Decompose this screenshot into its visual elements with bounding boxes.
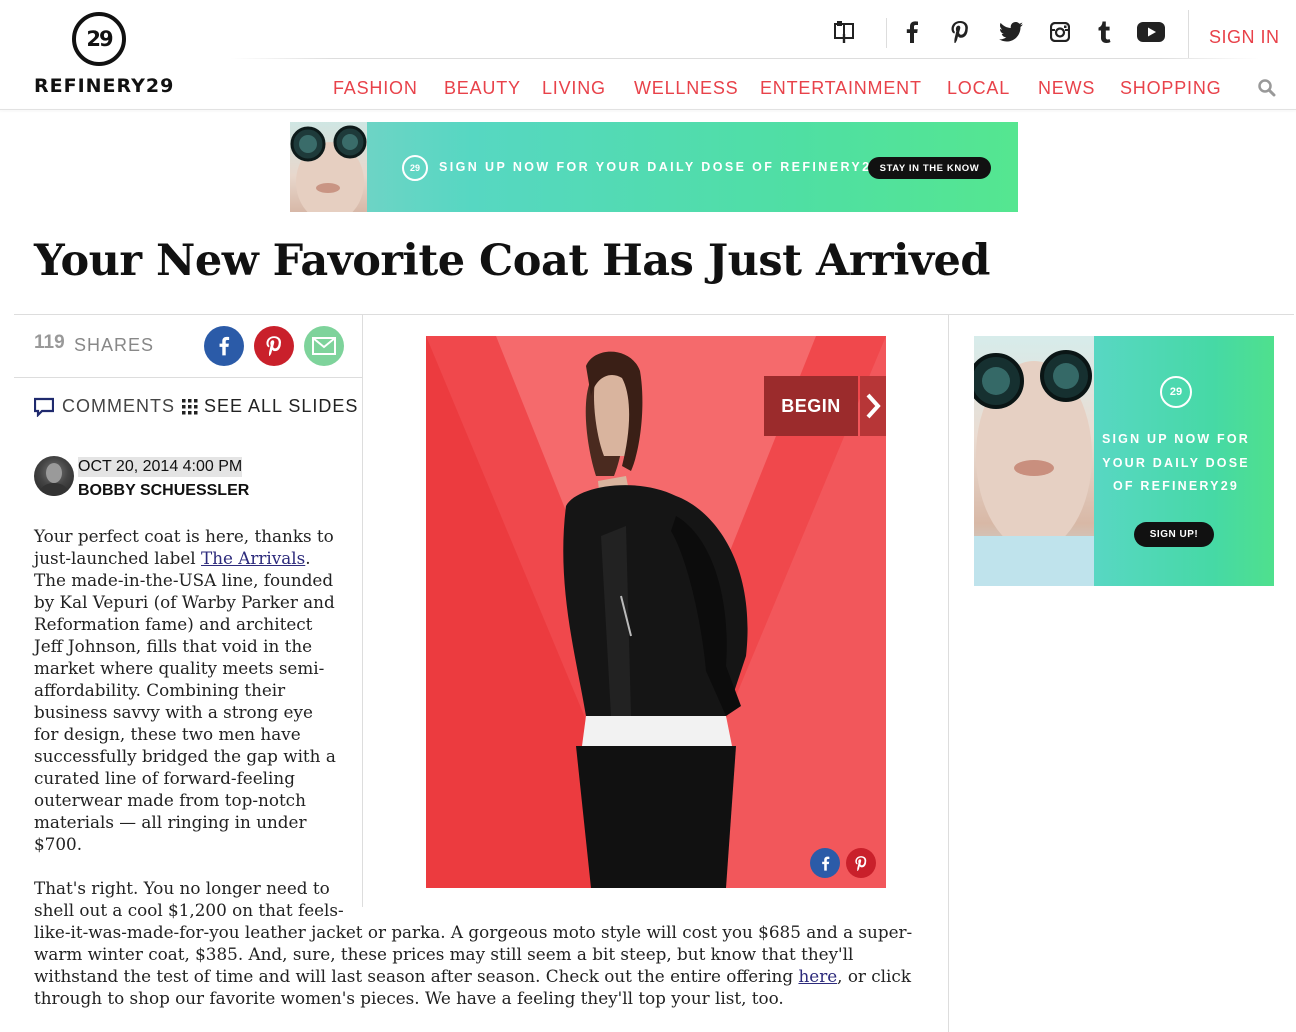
- main-nav: FASHION BEAUTY LIVING WELLNESS ENTERTAIN…: [0, 78, 1296, 102]
- article-title: Your New Favorite Coat Has Just Arrived: [34, 236, 990, 286]
- divider: [14, 377, 362, 378]
- header-bottom-border: [0, 109, 1296, 110]
- newsletter-icon[interactable]: [832, 18, 856, 46]
- nav-item-fashion[interactable]: FASHION: [333, 78, 418, 99]
- facebook-icon: [821, 856, 829, 871]
- facebook-share-button[interactable]: [204, 326, 244, 366]
- nav-item-entertainment[interactable]: ENTERTAINMENT: [760, 78, 922, 99]
- pinterest-share-button[interactable]: [254, 326, 294, 366]
- pinterest-icon: [266, 336, 281, 356]
- see-all-slides-label: SEE ALL SLIDES: [204, 396, 359, 416]
- grid-icon: [182, 398, 198, 414]
- ad-logo: 29: [1160, 376, 1192, 408]
- column-divider: [362, 315, 363, 907]
- sign-in-link[interactable]: SIGN IN: [1209, 27, 1280, 48]
- header-divider: [1188, 10, 1189, 58]
- pinterest-icon[interactable]: [948, 18, 972, 46]
- banner-photo: [290, 122, 367, 212]
- share-count: 119: [34, 332, 65, 353]
- logo-mark: 29: [72, 12, 126, 66]
- column-divider: [948, 315, 949, 1032]
- banner-logo: 29: [402, 155, 428, 181]
- newsletter-banner[interactable]: 29 SIGN UP NOW FOR YOUR DAILY DOSE OF RE…: [290, 122, 1018, 212]
- see-all-slides-link[interactable]: SEE ALL SLIDES: [182, 396, 358, 417]
- article-paragraph: Your perfect coat is here, thanks to jus…: [34, 525, 339, 855]
- begin-slideshow-button[interactable]: BEGIN: [764, 376, 858, 436]
- comment-icon: [34, 397, 54, 417]
- stay-in-the-know-button[interactable]: STAY IN THE KNOW: [868, 157, 991, 179]
- slide-facebook-share-button[interactable]: [810, 848, 840, 878]
- next-slide-button[interactable]: [860, 376, 886, 436]
- facebook-icon: [219, 336, 230, 356]
- header-rule: [230, 58, 1260, 59]
- sign-up-button[interactable]: SIGN UP!: [1134, 522, 1214, 547]
- nav-item-wellness[interactable]: WELLNESS: [634, 78, 738, 99]
- pinterest-icon: [855, 855, 867, 871]
- publish-date: OCT 20, 2014 4:00 PM: [78, 457, 243, 477]
- header-divider: [886, 18, 887, 48]
- email-share-button[interactable]: [304, 326, 344, 366]
- the-arrivals-link[interactable]: The Arrivals: [201, 548, 305, 568]
- divider: [14, 314, 1294, 315]
- chevron-right-icon: [866, 393, 881, 419]
- facebook-icon[interactable]: [900, 18, 924, 46]
- search-icon[interactable]: [1257, 78, 1277, 98]
- author-name[interactable]: BOBBY SCHUESSLER: [78, 482, 249, 500]
- instagram-icon[interactable]: [1048, 18, 1072, 46]
- tumblr-icon[interactable]: [1094, 18, 1114, 46]
- here-link[interactable]: here: [798, 966, 837, 986]
- paragraph-line: shell out a cool $1,200 on that feels-: [34, 900, 344, 920]
- email-icon: [312, 337, 336, 355]
- paragraph-text: like-it-was-made-for-you leather jacket …: [34, 922, 913, 1008]
- twitter-icon[interactable]: [998, 18, 1024, 46]
- article-paragraph: That's right. You no longer need to shel…: [34, 877, 914, 1009]
- comments-label: COMMENTS: [62, 396, 175, 416]
- nav-item-beauty[interactable]: BEAUTY: [444, 78, 521, 99]
- youtube-icon[interactable]: [1136, 18, 1166, 46]
- comments-link[interactable]: COMMENTS: [34, 396, 175, 417]
- nav-item-news[interactable]: NEWS: [1038, 78, 1095, 99]
- banner-text: SIGN UP NOW FOR YOUR DAILY DOSE OF REFIN…: [439, 160, 881, 174]
- paragraph-text: . The made-in-the-USA line, founded by K…: [34, 548, 336, 854]
- slide-pinterest-share-button[interactable]: [846, 848, 876, 878]
- nav-item-living[interactable]: LIVING: [542, 78, 606, 99]
- nav-item-local[interactable]: LOCAL: [947, 78, 1010, 99]
- share-label: SHARES: [74, 335, 155, 355]
- author-avatar[interactable]: [34, 456, 74, 496]
- nav-item-shopping[interactable]: SHOPPING: [1120, 78, 1221, 99]
- ad-text: SIGN UP NOW FOR YOUR DAILY DOSE OF REFIN…: [1101, 432, 1251, 493]
- ad-photo: [974, 336, 1094, 586]
